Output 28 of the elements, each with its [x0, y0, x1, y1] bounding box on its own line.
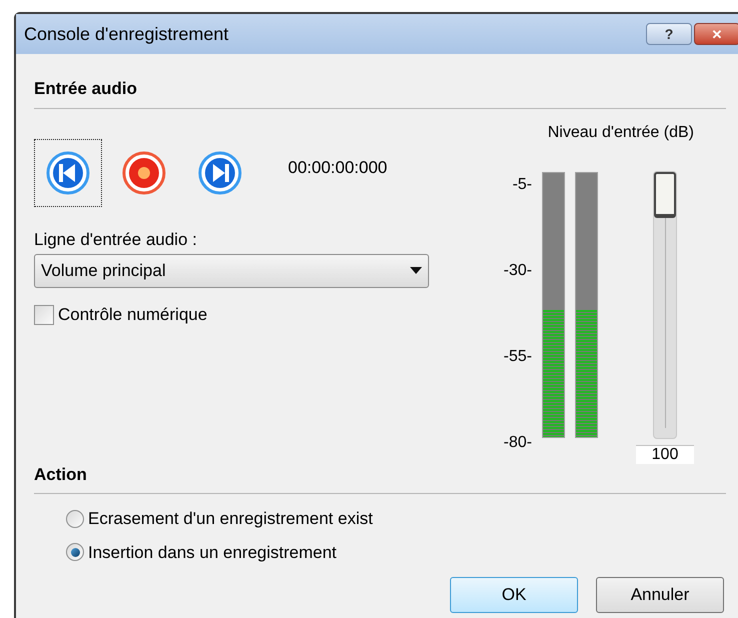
level-title: Niveau d'entrée (dB): [548, 122, 694, 142]
record-icon: [122, 150, 166, 194]
scale-label: -55-: [504, 346, 532, 366]
audio-line-dropdown[interactable]: Volume principal: [34, 254, 429, 288]
field-label: Ligne d'entrée audio :: [34, 228, 197, 250]
section-heading: Action: [34, 464, 87, 486]
scale-label: -30-: [504, 260, 532, 280]
scale-label: -80-: [504, 432, 532, 452]
gain-slider[interactable]: [653, 170, 677, 438]
radio-button[interactable]: [66, 543, 84, 562]
skip-back-icon: [46, 150, 90, 194]
transport-button[interactable]: [34, 138, 102, 206]
help-button[interactable]: ?: [646, 23, 692, 45]
checkbox-label: Contrôle numérique: [58, 304, 208, 326]
checkbox[interactable]: [34, 304, 54, 325]
radio-button[interactable]: [66, 510, 84, 528]
time-display: 00:00:00:000: [288, 156, 388, 179]
scale-label: -5-: [512, 174, 532, 194]
window-title: Console d'enregistrement: [24, 22, 229, 46]
section-heading: Entrée audio: [34, 78, 137, 100]
skip-forward-icon: [198, 150, 242, 194]
dropdown-caret-icon: [410, 267, 422, 275]
slider-thumb[interactable]: [654, 172, 676, 218]
radio-label: Insertion dans un enregistrement: [88, 542, 337, 564]
gain-value: 100: [636, 444, 694, 464]
dialog-button[interactable]: Annuler: [596, 577, 724, 613]
dialog-button[interactable]: OK: [450, 577, 578, 613]
radio-label: Ecrasement d'un enregistrement exist: [88, 508, 373, 530]
